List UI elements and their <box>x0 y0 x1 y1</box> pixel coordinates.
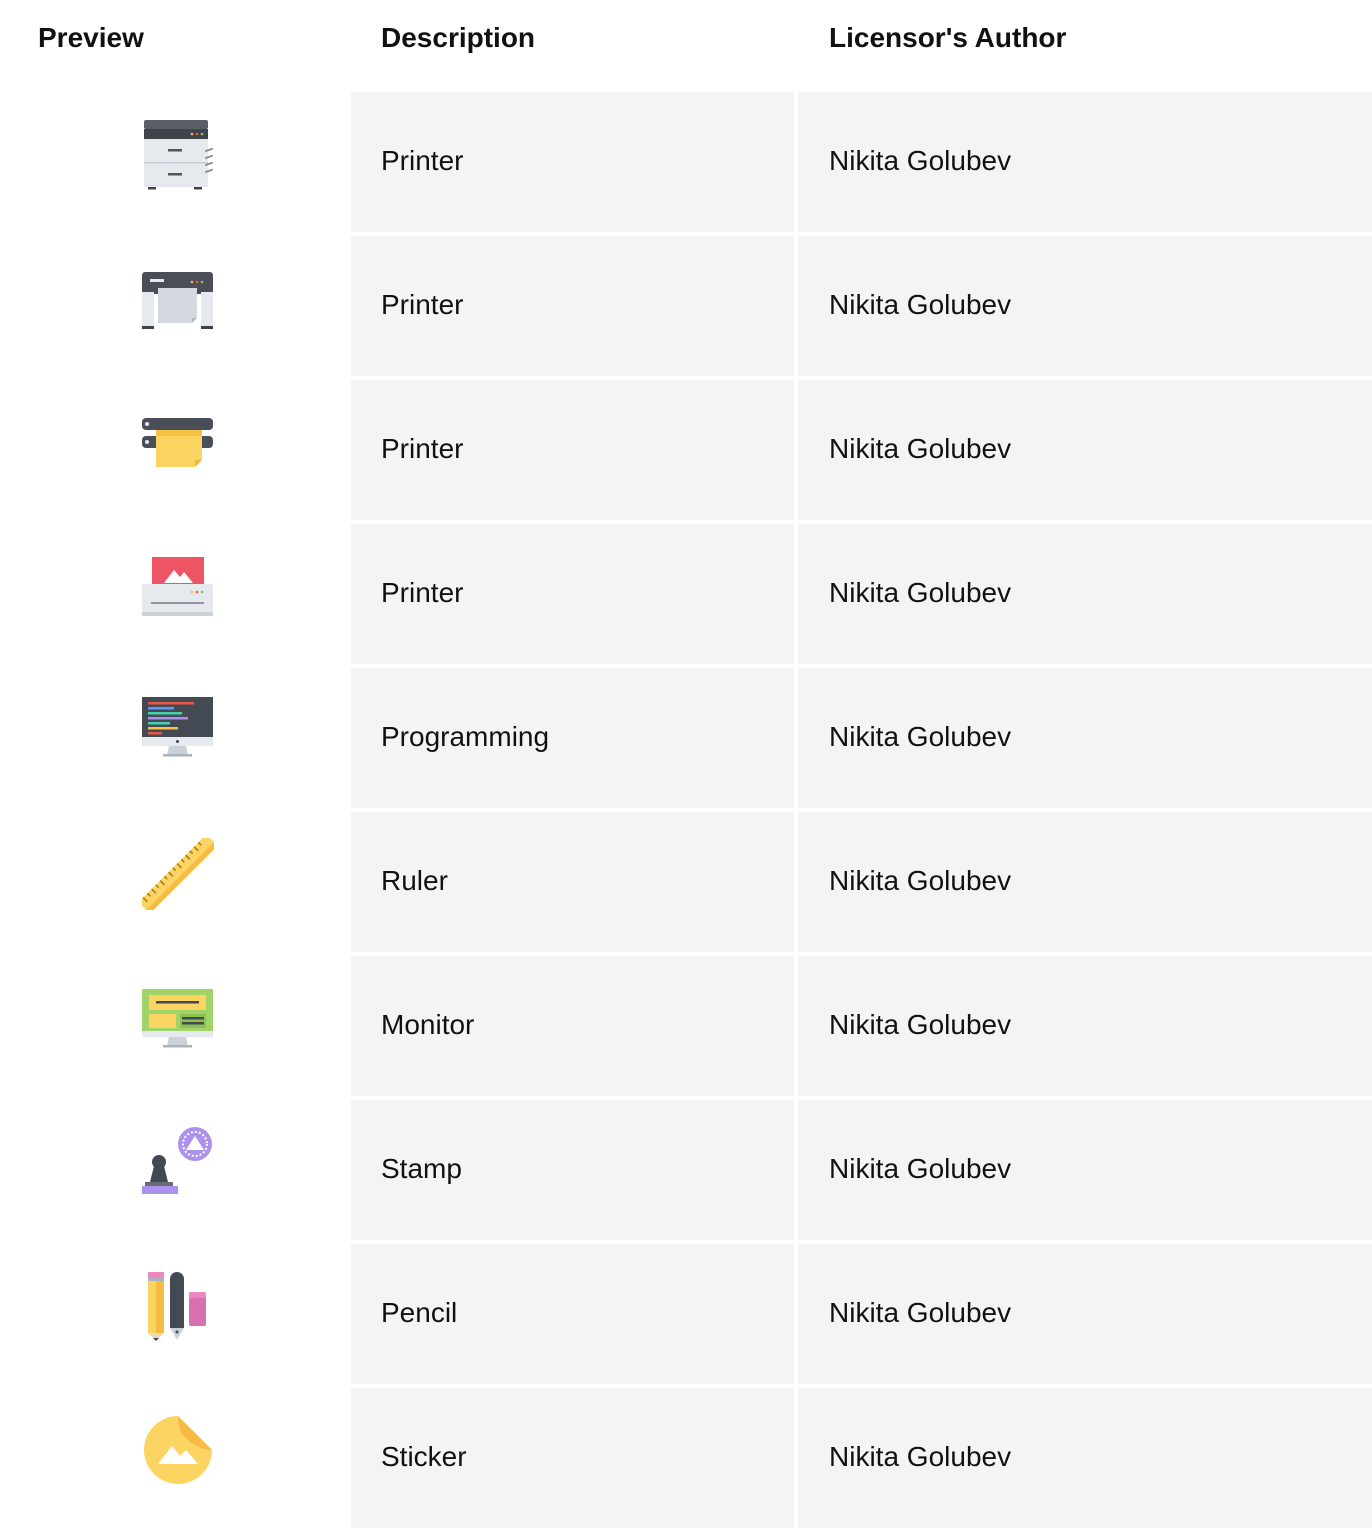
table-row: Programming Nikita Golubev <box>0 666 1372 810</box>
table-row: Stamp Nikita Golubev <box>0 1098 1372 1242</box>
wide-format-printer-icon <box>142 406 214 478</box>
sticker-icon <box>142 1414 214 1486</box>
author-text: Nikita Golubev <box>829 865 1012 896</box>
column-header-author: Licensor's Author <box>829 22 1067 53</box>
description-cell: Monitor <box>351 956 794 1096</box>
table-row: Pencil Nikita Golubev <box>0 1242 1372 1386</box>
description-cell: Ruler <box>351 812 794 952</box>
author-cell: Nikita Golubev <box>798 92 1372 232</box>
description-text: Programming <box>381 721 550 752</box>
copier-printer-icon <box>142 118 214 190</box>
author-text: Nikita Golubev <box>829 145 1012 176</box>
description-text: Printer <box>381 289 464 320</box>
author-cell: Nikita Golubev <box>798 668 1372 808</box>
author-text: Nikita Golubev <box>829 289 1012 320</box>
plotter-printer-icon <box>142 262 214 334</box>
description-cell: Printer <box>351 524 794 664</box>
table-row: Printer Nikita Golubev <box>0 234 1372 378</box>
table-row: Printer Nikita Golubev <box>0 378 1372 522</box>
author-text: Nikita Golubev <box>829 1009 1012 1040</box>
author-text: Nikita Golubev <box>829 433 1012 464</box>
table-row: Sticker Nikita Golubev <box>0 1386 1372 1530</box>
table-row: Printer Nikita Golubev <box>0 522 1372 666</box>
table-row: Printer Nikita Golubev <box>0 90 1372 234</box>
description-cell: Printer <box>351 380 794 520</box>
photo-printer-icon <box>142 550 214 622</box>
author-cell: Nikita Golubev <box>798 1388 1372 1528</box>
description-text: Pencil <box>381 1297 458 1328</box>
column-header-preview: Preview <box>38 22 144 53</box>
description-text: Monitor <box>381 1009 475 1040</box>
description-text: Sticker <box>381 1441 467 1472</box>
ruler-icon <box>142 838 214 910</box>
column-header-description: Description <box>381 22 536 53</box>
description-cell: Printer <box>351 92 794 232</box>
author-text: Nikita Golubev <box>829 721 1012 752</box>
table-row: Ruler Nikita Golubev <box>0 810 1372 954</box>
layout-monitor-icon <box>142 982 214 1054</box>
table-row: Monitor Nikita Golubev <box>0 954 1372 1098</box>
author-cell: Nikita Golubev <box>798 956 1372 1096</box>
description-text: Stamp <box>381 1153 462 1184</box>
description-text: Printer <box>381 433 464 464</box>
author-text: Nikita Golubev <box>829 577 1012 608</box>
author-text: Nikita Golubev <box>829 1441 1012 1472</box>
description-cell: Pencil <box>351 1244 794 1384</box>
description-cell: Printer <box>351 236 794 376</box>
author-cell: Nikita Golubev <box>798 812 1372 952</box>
author-cell: Nikita Golubev <box>798 524 1372 664</box>
description-text: Printer <box>381 577 464 608</box>
stamp-icon <box>142 1126 214 1198</box>
description-text: Ruler <box>381 865 448 896</box>
table-header: Preview Description Licensor's Author <box>0 0 1372 90</box>
author-text: Nikita Golubev <box>829 1153 1012 1184</box>
author-cell: Nikita Golubev <box>798 1244 1372 1384</box>
author-text: Nikita Golubev <box>829 1297 1012 1328</box>
description-cell: Sticker <box>351 1388 794 1528</box>
code-monitor-icon <box>142 694 214 766</box>
description-text: Printer <box>381 145 464 176</box>
description-cell: Programming <box>351 668 794 808</box>
pencil-pen-eraser-icon <box>142 1270 214 1342</box>
author-cell: Nikita Golubev <box>798 236 1372 376</box>
author-cell: Nikita Golubev <box>798 380 1372 520</box>
description-cell: Stamp <box>351 1100 794 1240</box>
author-cell: Nikita Golubev <box>798 1100 1372 1240</box>
